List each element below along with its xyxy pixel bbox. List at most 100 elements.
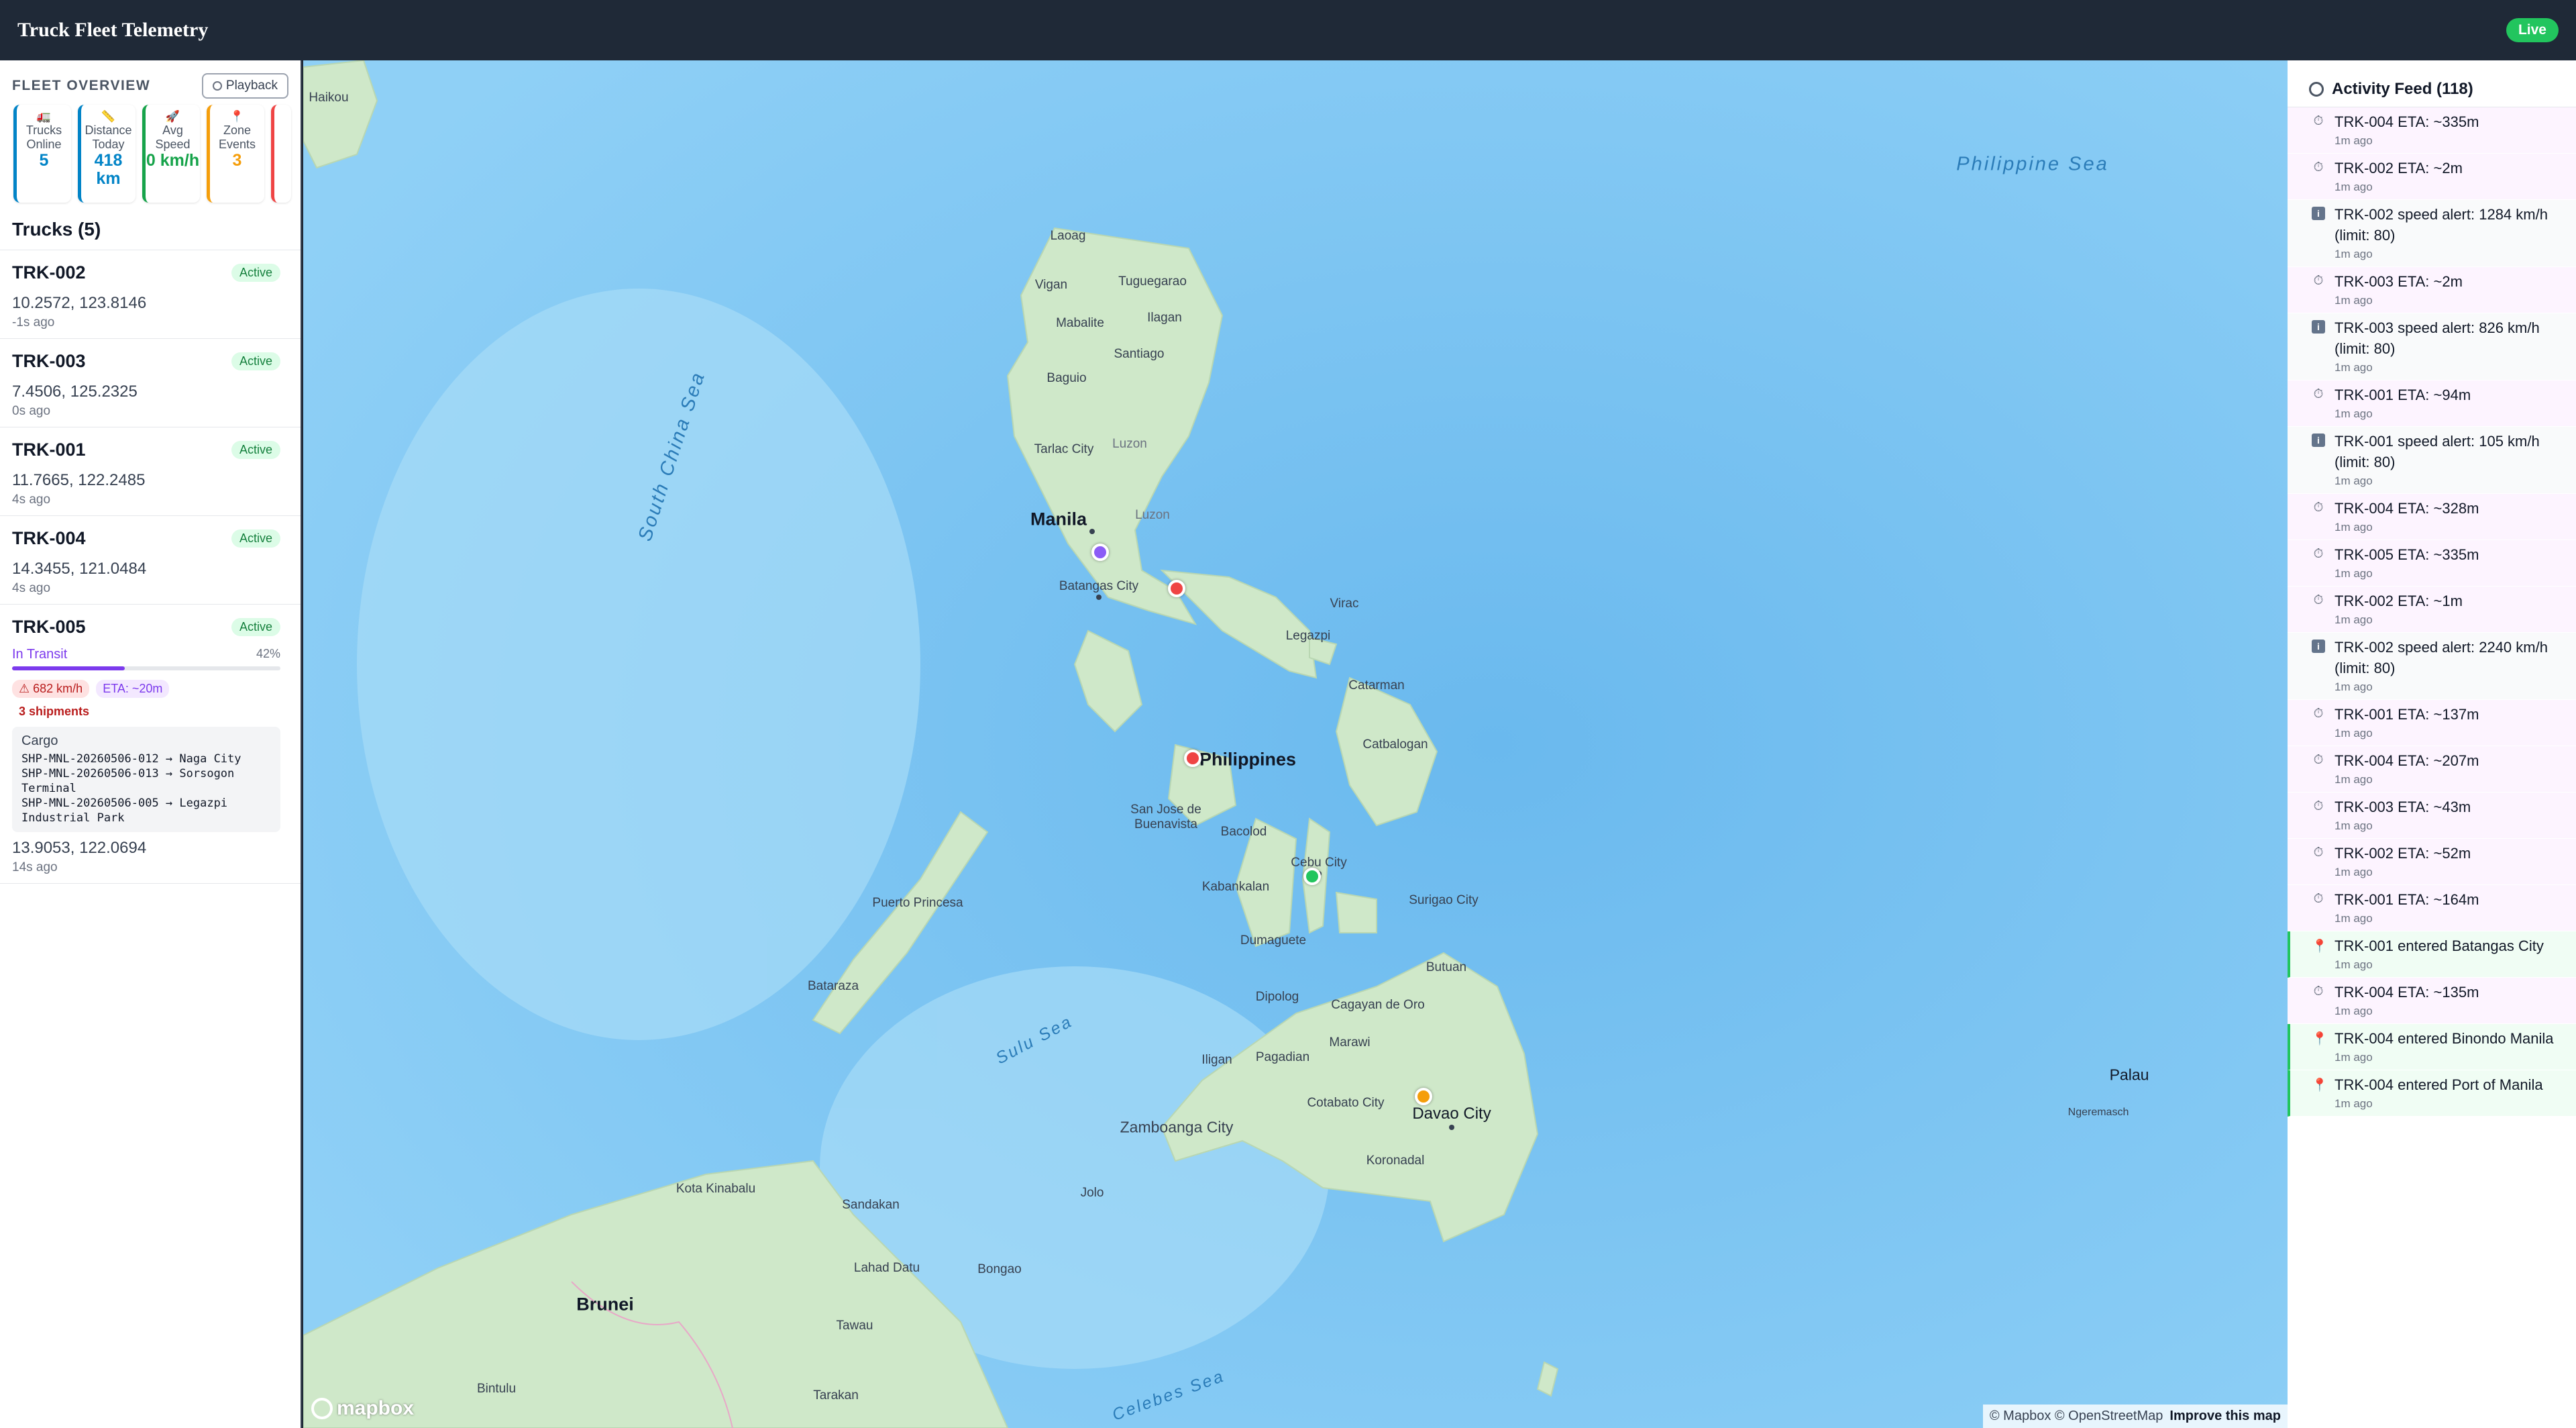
feed-item-eta[interactable]: ⏱ TRK-003 ETA: ~2m 1m ago — [2288, 267, 2576, 313]
improve-map-link[interactable]: Improve this map — [2169, 1409, 2281, 1424]
pin-icon: 📍 — [2312, 1078, 2328, 1092]
map-label-city: Cagayan de Oro — [1331, 998, 1425, 1012]
truck-marker-trk005[interactable] — [1168, 580, 1185, 597]
stat-zone-events: 📍 Zone Events 3 — [207, 105, 264, 203]
map-label-city: Santiago — [1114, 347, 1165, 361]
feed-item-zone[interactable]: 📍 TRK-004 entered Port of Manila 1m ago — [2288, 1070, 2576, 1117]
map-label-city: Surigao City — [1409, 893, 1479, 907]
map-label-city: Tarlac City — [1034, 442, 1094, 456]
map-label-city: Batangas City — [1059, 579, 1139, 593]
feed-item-speed[interactable]: i TRK-002 speed alert: 2240 km/h (limit: … — [2288, 633, 2576, 700]
map-label-city: Iligan — [1201, 1053, 1232, 1067]
transit-progress-bar — [12, 666, 280, 670]
map-label-city: Marawi — [1329, 1035, 1371, 1050]
feed-item-body: TRK-004 entered Binondo Manila 1m ago — [2334, 1028, 2554, 1064]
status-badge: Active — [231, 264, 280, 282]
feed-item-body: TRK-001 ETA: ~94m 1m ago — [2334, 385, 2471, 421]
ruler-icon: 📏 — [101, 110, 116, 123]
feed-item-text: TRK-004 entered Port of Manila — [2334, 1076, 2543, 1093]
feed-item-time: 1m ago — [2334, 912, 2373, 925]
playback-button[interactable]: Playback — [201, 73, 288, 99]
map-label-region: Luzon — [1135, 508, 1170, 522]
feed-item-time: 1m ago — [2334, 680, 2373, 693]
timer-icon: ⏱ — [2313, 593, 2324, 607]
feed-item-speed[interactable]: i TRK-002 speed alert: 1284 km/h (limit: … — [2288, 200, 2576, 267]
map-label-city: Bongao — [977, 1262, 1022, 1276]
map-label-city: Lahad Datu — [853, 1261, 920, 1275]
feed-item-eta[interactable]: ⏱ TRK-002 ETA: ~2m 1m ago — [2288, 154, 2576, 200]
stat-label: Distance Today — [85, 123, 132, 151]
timer-icon: ⏱ — [2313, 387, 2324, 401]
feed-item-body: TRK-001 entered Batangas City 1m ago — [2334, 935, 2544, 972]
mapbox-logo[interactable]: mapbox — [311, 1397, 414, 1420]
feed-item-zone[interactable]: 📍 TRK-001 entered Batangas City 1m ago — [2288, 931, 2576, 978]
feed-item-eta[interactable]: ⏱ TRK-001 ETA: ~164m 1m ago — [2288, 885, 2576, 931]
feed-item-text: TRK-004 entered Binondo Manila — [2334, 1030, 2554, 1047]
feed-item-text: TRK-005 ETA: ~335m — [2334, 546, 2479, 563]
feed-item-eta[interactable]: ⏱ TRK-004 ETA: ~135m 1m ago — [2288, 978, 2576, 1024]
truck-coords: 11.7665, 122.2485 — [12, 471, 146, 489]
map-label-city: Vigan — [1034, 278, 1068, 292]
stat-value: 3 — [232, 151, 242, 170]
activity-feed-list[interactable]: ⏱ TRK-004 ETA: ~335m 1m ago ⏱ TRK-002 ETA: ~… — [2288, 107, 2576, 1117]
trucks-list-title: Trucks (5) — [0, 203, 301, 250]
truck-last-update: -1s ago — [12, 315, 55, 329]
feed-item-body: TRK-002 ETA: ~1m 1m ago — [2334, 591, 2463, 627]
feed-item-text: TRK-003 ETA: ~43m — [2334, 799, 2471, 815]
map-label-city: Catbalogan — [1362, 737, 1428, 752]
truck-list-item-expanded[interactable]: TRK-005 Active In Transit 42% ⚠ 682 km/h… — [0, 605, 301, 884]
feed-item-body: TRK-001 speed alert: 105 km/h (limit: 80… — [2334, 431, 2567, 488]
truck-id: TRK-001 — [12, 440, 86, 460]
truck-marker-trk002[interactable] — [1303, 868, 1321, 885]
truck-coords: 10.2572, 123.8146 — [12, 294, 147, 312]
playback-icon — [212, 81, 222, 91]
map-label-city: Cebu City — [1291, 856, 1347, 870]
map-label-city: Bataraza — [807, 979, 859, 993]
feed-item-eta[interactable]: ⏱ TRK-001 ETA: ~137m 1m ago — [2288, 700, 2576, 746]
feed-item-eta[interactable]: ⏱ TRK-003 ETA: ~43m 1m ago — [2288, 793, 2576, 839]
feed-item-eta[interactable]: ⏱ TRK-005 ETA: ~335m 1m ago — [2288, 540, 2576, 586]
feed-item-body: TRK-003 ETA: ~2m 1m ago — [2334, 271, 2463, 307]
feed-item-eta[interactable]: ⏱ TRK-002 ETA: ~52m 1m ago — [2288, 839, 2576, 885]
truck-icon: 🚛 — [36, 110, 52, 123]
stat-avg-speed: 🚀 Avg Speed 0 km/h — [142, 105, 200, 203]
feed-item-body: TRK-004 ETA: ~207m 1m ago — [2334, 750, 2479, 786]
truck-marker-trk001[interactable] — [1184, 750, 1201, 767]
stat-distance-today: 📏 Distance Today 418 km — [78, 105, 136, 203]
truck-marker-trk004[interactable] — [1091, 544, 1109, 561]
feed-item-eta[interactable]: ⏱ TRK-004 ETA: ~207m 1m ago — [2288, 746, 2576, 793]
truck-last-update: 0s ago — [12, 404, 51, 418]
transit-progress-text: 42% — [256, 647, 280, 660]
feed-item-eta[interactable]: ⏱ TRK-004 ETA: ~335m 1m ago — [2288, 107, 2576, 154]
truck-list-item[interactable]: TRK-001 Active 11.7665, 122.2485 4s ago — [0, 427, 301, 516]
fleet-map[interactable]: South China Sea Philippine Sea Sulu Sea … — [303, 60, 2288, 1428]
pin-icon: 📍 — [2312, 1032, 2328, 1046]
truck-list-item[interactable]: TRK-004 Active 14.3455, 121.0484 4s ago — [0, 516, 301, 605]
feed-item-time: 1m ago — [2334, 181, 2373, 193]
map-label-city: Catarman — [1348, 678, 1405, 693]
cargo-title: Cargo — [21, 733, 58, 748]
feed-item-eta[interactable]: ⏱ TRK-001 ETA: ~94m 1m ago — [2288, 380, 2576, 427]
transit-progress-fill — [12, 666, 125, 670]
map-label-city: Ngeremasch — [2068, 1107, 2129, 1118]
attribution-text[interactable]: © Mapbox © OpenStreetMap — [1990, 1409, 2163, 1424]
timer-icon: ⏱ — [2313, 501, 2324, 515]
feed-item-eta[interactable]: ⏱ TRK-004 ETA: ~328m 1m ago — [2288, 494, 2576, 540]
app-root: Truck Fleet Telemetry Live FLEET OVERVIE… — [0, 0, 2576, 1428]
pin-icon: 📍 — [229, 110, 245, 123]
feed-item-text: TRK-002 speed alert: 2240 km/h (limit: 8… — [2334, 639, 2548, 676]
cargo-line: SHP-MNL-20260506-005 → Legazpi Industria… — [21, 797, 228, 825]
feed-item-time: 1m ago — [2334, 773, 2373, 786]
feed-item-speed[interactable]: i TRK-001 speed alert: 105 km/h (limit: 8… — [2288, 427, 2576, 494]
truck-list-item[interactable]: TRK-003 Active 7.4506, 125.2325 0s ago — [0, 339, 301, 427]
feed-item-speed[interactable]: i TRK-003 speed alert: 826 km/h (limit: 8… — [2288, 313, 2576, 380]
feed-item-text: TRK-004 ETA: ~135m — [2334, 984, 2479, 1001]
map-label-city: Palau — [2109, 1066, 2149, 1084]
feed-item-eta[interactable]: ⏱ TRK-002 ETA: ~1m 1m ago — [2288, 586, 2576, 633]
feed-item-time: 1m ago — [2334, 134, 2373, 147]
feed-item-time: 1m ago — [2334, 958, 2373, 971]
truck-marker-trk003[interactable] — [1415, 1088, 1432, 1105]
map-label-region: Luzon — [1112, 437, 1147, 451]
feed-item-zone[interactable]: 📍 TRK-004 entered Binondo Manila 1m ago — [2288, 1024, 2576, 1070]
truck-list-item[interactable]: TRK-002 Active 10.2572, 123.8146 -1s ago — [0, 250, 301, 339]
